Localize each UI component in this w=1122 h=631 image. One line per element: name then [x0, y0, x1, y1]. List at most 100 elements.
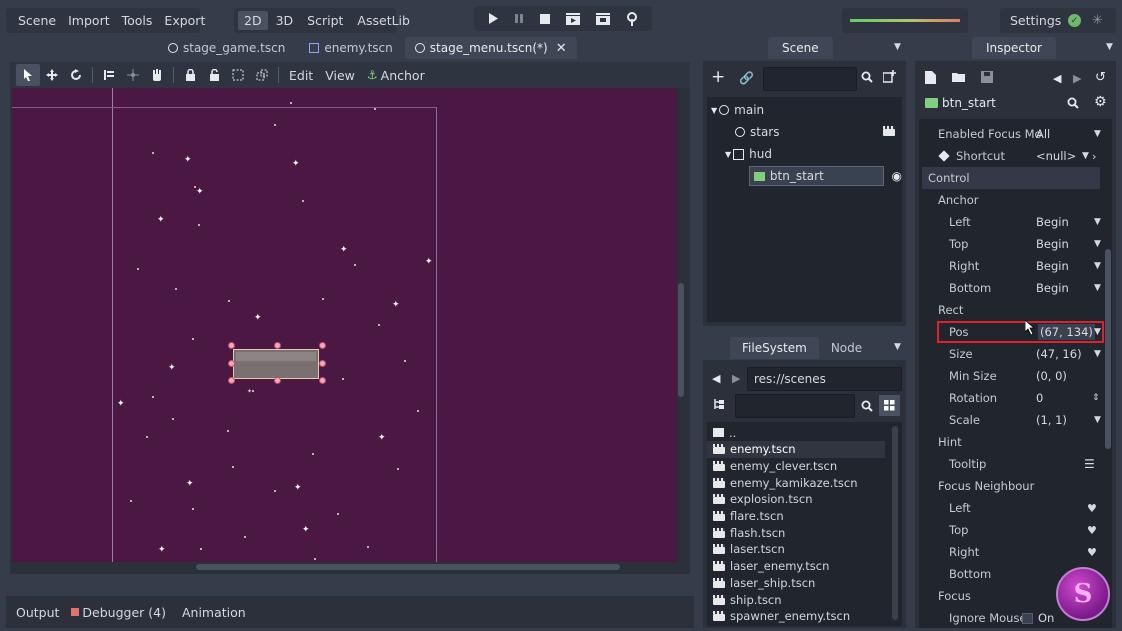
- inspector-section-header[interactable]: Control: [922, 167, 1100, 189]
- file-search-icon[interactable]: [861, 400, 873, 415]
- open-scene-clapper-icon[interactable]: [883, 125, 900, 139]
- file-search-input[interactable]: [735, 394, 855, 418]
- node-path-heart-icon[interactable]: ♥: [1087, 502, 1097, 515]
- resize-handle[interactable]: [274, 342, 281, 349]
- dropdown-arrow-icon[interactable]: ▼: [1094, 349, 1101, 359]
- debugger-tab[interactable]: Debugger (4): [65, 605, 172, 620]
- resize-handle[interactable]: [274, 377, 281, 384]
- inspector-dock-tab[interactable]: Inspector: [972, 37, 1056, 59]
- link-icon[interactable]: 🔗: [739, 71, 754, 85]
- settings-button[interactable]: Settings: [1010, 13, 1061, 28]
- file-row[interactable]: flare.tscn: [707, 508, 885, 525]
- resize-handle[interactable]: [319, 342, 326, 349]
- node-path-heart-icon[interactable]: ♥: [1087, 546, 1097, 559]
- file-row[interactable]: enemy.tscn: [707, 440, 885, 458]
- inspector-group-label[interactable]: Hint: [922, 431, 1104, 453]
- file-row[interactable]: ..: [707, 424, 885, 441]
- dropdown-arrow-icon[interactable]: ▼: [1094, 327, 1101, 337]
- workspace-2d[interactable]: 2D: [238, 11, 268, 30]
- property-value[interactable]: 0: [1036, 391, 1043, 405]
- file-row[interactable]: laser_ship.tscn: [707, 574, 885, 591]
- scene-tree-row[interactable]: stars: [707, 121, 902, 143]
- dock-tab-filesystem[interactable]: FileSystem: [730, 337, 819, 359]
- move-mode-icon[interactable]: [40, 64, 64, 86]
- filesystem-dock-menu-icon[interactable]: ▼: [894, 342, 901, 352]
- animation-tab[interactable]: Animation: [176, 605, 252, 620]
- history-back-icon[interactable]: ◀: [1053, 72, 1061, 85]
- add-node-icon[interactable]: +: [711, 69, 725, 86]
- resize-handle[interactable]: [319, 360, 326, 367]
- anchor-menu[interactable]: ⚓ Anchor: [361, 68, 431, 83]
- pivot-icon[interactable]: [121, 64, 145, 86]
- output-tab[interactable]: Output: [10, 605, 65, 620]
- dropdown-arrow-icon[interactable]: ▼: [1094, 283, 1101, 293]
- menu-export[interactable]: Export: [158, 13, 211, 28]
- menu-tools[interactable]: Tools: [116, 13, 159, 28]
- dropdown-arrow-icon[interactable]: ▼: [1094, 239, 1101, 249]
- new-resource-icon[interactable]: [925, 71, 936, 87]
- file-row[interactable]: laser_enemy.tscn: [707, 558, 885, 575]
- viewport-vscrollbar[interactable]: [678, 283, 684, 397]
- dropdown-arrow-icon[interactable]: ▼: [1094, 129, 1101, 139]
- play-custom-scene-icon[interactable]: [596, 12, 610, 25]
- property-value[interactable]: (1, 1): [1036, 413, 1067, 427]
- view-menu[interactable]: View: [319, 68, 361, 83]
- scene-tree-row[interactable]: ▼ hud: [707, 143, 902, 165]
- property-value[interactable]: (47, 16): [1036, 347, 1082, 361]
- resize-handle[interactable]: [319, 377, 326, 384]
- multiline-edit-icon[interactable]: ☰: [1084, 457, 1095, 471]
- inspector-group-label[interactable]: Anchor: [922, 189, 1104, 211]
- close-tab-icon[interactable]: ✕: [556, 41, 567, 56]
- btn-start-node[interactable]: [233, 349, 319, 379]
- file-row[interactable]: flash.tscn: [707, 524, 885, 541]
- resize-handle[interactable]: [228, 377, 235, 384]
- inspector-group-label[interactable]: Focus Neighbour: [922, 475, 1104, 497]
- file-row[interactable]: laser.tscn: [707, 541, 885, 558]
- dropdown-arrow-icon[interactable]: ▼: [1082, 151, 1089, 161]
- checkbox[interactable]: [1022, 613, 1033, 624]
- property-value[interactable]: On: [1038, 611, 1054, 625]
- remote-debug-icon[interactable]: [626, 11, 638, 26]
- property-value[interactable]: <null>: [1036, 149, 1076, 163]
- dock-tab-node[interactable]: Node: [819, 337, 874, 359]
- open-resource-icon[interactable]: [952, 72, 966, 86]
- workspace-assetlib[interactable]: AssetLib: [351, 13, 416, 28]
- property-value[interactable]: Begin: [1036, 281, 1069, 295]
- rotate-mode-icon[interactable]: [64, 64, 88, 86]
- scene-tree-row[interactable]: btn_start ◉: [707, 165, 902, 187]
- canvas-viewport[interactable]: ✦ ✦ ✦ ✦ ✦ ✦ ✦ ✦ ✦ ✦ ✦ ✦ ✦ ✦ ✦ ✦: [12, 88, 677, 562]
- list-select-icon[interactable]: [97, 64, 121, 86]
- spinner-arrows-icon[interactable]: ⇕: [1092, 393, 1100, 403]
- scene-tab-2[interactable]: stage_menu.tscn(*) ✕: [404, 37, 577, 59]
- file-row[interactable]: spawner_enemy.tscn: [707, 608, 885, 625]
- property-value[interactable]: Begin: [1036, 215, 1069, 229]
- scene-dock-tab[interactable]: Scene: [768, 37, 833, 59]
- workspace-3d[interactable]: 3D: [270, 13, 300, 28]
- scene-tab-0[interactable]: stage_game.tscn: [156, 37, 297, 59]
- dropdown-arrow-icon[interactable]: ▼: [1094, 217, 1101, 227]
- inspector-group-label[interactable]: Rect: [922, 299, 1104, 321]
- property-value[interactable]: (67, 134): [1038, 324, 1095, 340]
- pause-icon[interactable]: [514, 13, 524, 24]
- lock-icon[interactable]: [178, 64, 202, 86]
- menu-scene[interactable]: Scene: [12, 13, 62, 28]
- forward-arrow-icon[interactable]: ▶: [732, 372, 740, 385]
- property-value[interactable]: All: [1036, 127, 1050, 141]
- workspace-script[interactable]: Script: [301, 13, 349, 28]
- unlock-icon[interactable]: [202, 64, 226, 86]
- play-icon[interactable]: [488, 13, 498, 24]
- file-row[interactable]: ship.tscn: [707, 591, 885, 608]
- search-icon[interactable]: [861, 71, 873, 86]
- resize-handle[interactable]: [228, 360, 235, 367]
- inspector-search-icon[interactable]: [1067, 97, 1079, 112]
- edit-resource-arrow-icon[interactable]: ›: [1092, 150, 1096, 163]
- viewport-hscrollbar[interactable]: [196, 564, 620, 570]
- save-resource-icon[interactable]: [981, 71, 993, 86]
- scene-dock-menu-icon[interactable]: ▼: [894, 42, 901, 52]
- inspector-scrollbar[interactable]: [1105, 249, 1111, 449]
- file-row[interactable]: enemy_kamikaze.tscn: [707, 474, 885, 491]
- stop-icon[interactable]: [540, 13, 550, 24]
- ungroup-icon[interactable]: [250, 64, 274, 86]
- scene-filter-input[interactable]: [763, 67, 857, 91]
- node-path-heart-icon[interactable]: ♥: [1087, 524, 1097, 537]
